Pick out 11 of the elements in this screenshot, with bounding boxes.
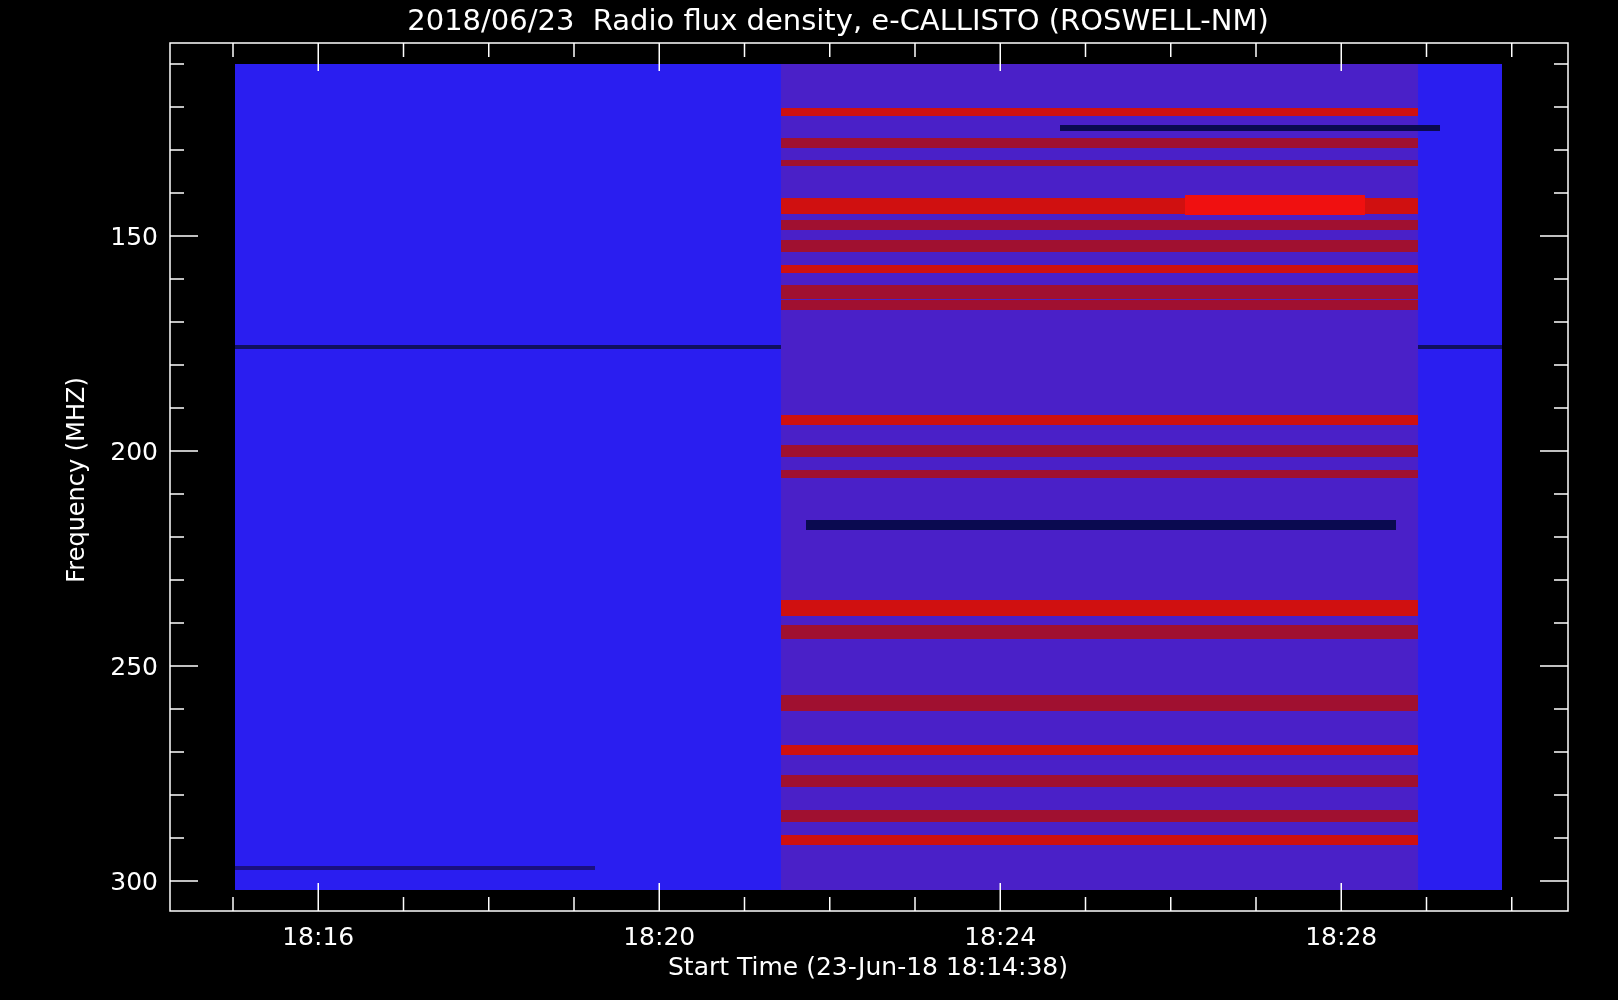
x-tick-label: 18:24 [964,922,1037,951]
chart-title: 2018/06/23 Radio flux density, e-CALLISTO (ROSWELL-NM) [407,3,1269,37]
x-axis-label: Start Time (23-Jun-18 18:14:38) [668,952,1068,981]
y-axis-label: Frequency (MHZ) [62,377,90,583]
y-tick-label: 200 [110,437,158,466]
y-tick-label: 300 [110,867,158,896]
y-tick-label: 250 [110,652,158,681]
x-tick-label: 18:20 [623,922,696,951]
y-tick-label: 150 [110,222,158,251]
x-tick-label: 18:16 [282,922,355,951]
x-tick-label: 18:28 [1305,922,1378,951]
